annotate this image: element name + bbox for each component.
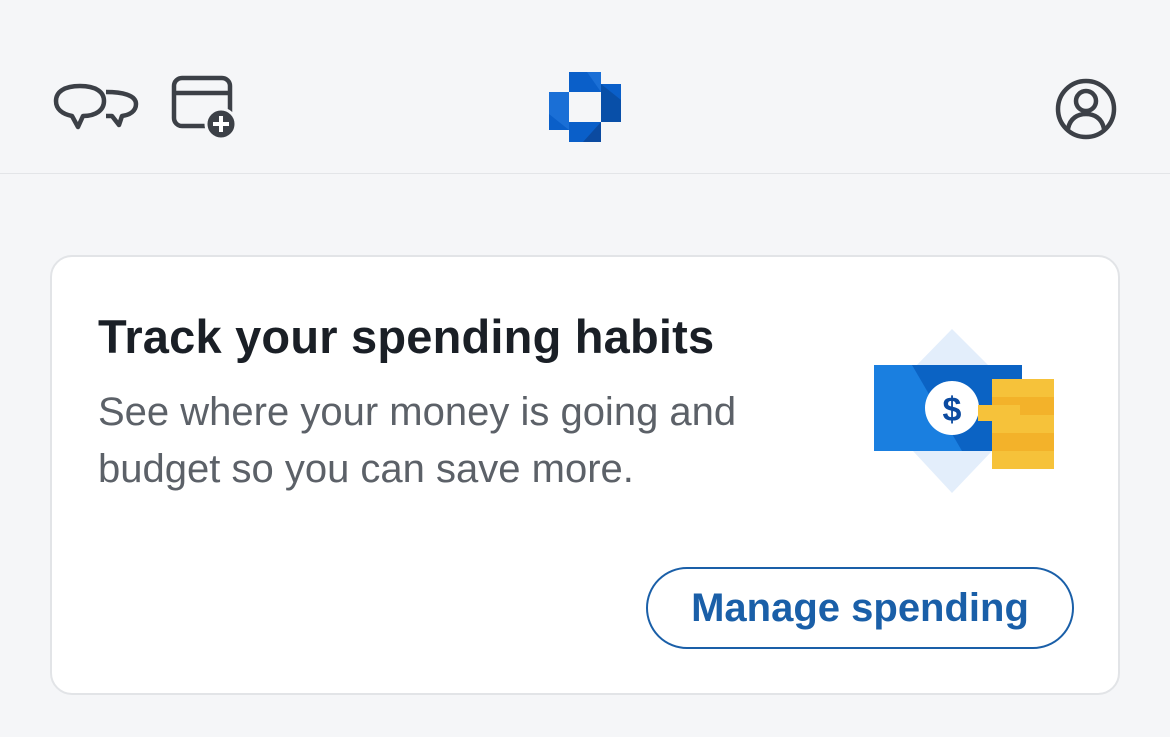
chase-octagon-logo xyxy=(549,72,621,142)
chat-button[interactable] xyxy=(52,80,142,136)
money-coins-icon: $ xyxy=(874,329,1054,493)
add-card-button[interactable] xyxy=(170,74,242,142)
manage-spending-button[interactable]: Manage spending xyxy=(646,567,1074,649)
chase-logo xyxy=(547,70,623,144)
money-illustration: $ xyxy=(872,325,1072,500)
profile-button[interactable] xyxy=(1052,76,1120,142)
card-title: Track your spending habits xyxy=(98,310,715,363)
card-add-icon xyxy=(171,75,238,141)
chat-bubbles-icon xyxy=(53,83,139,130)
svg-text:$: $ xyxy=(943,391,962,429)
card-description: See where your money is going and budget… xyxy=(98,390,737,491)
spending-promo-card: Track your spending habits See where you… xyxy=(50,255,1120,695)
top-app-bar xyxy=(0,0,1170,174)
profile-icon xyxy=(1055,78,1117,140)
